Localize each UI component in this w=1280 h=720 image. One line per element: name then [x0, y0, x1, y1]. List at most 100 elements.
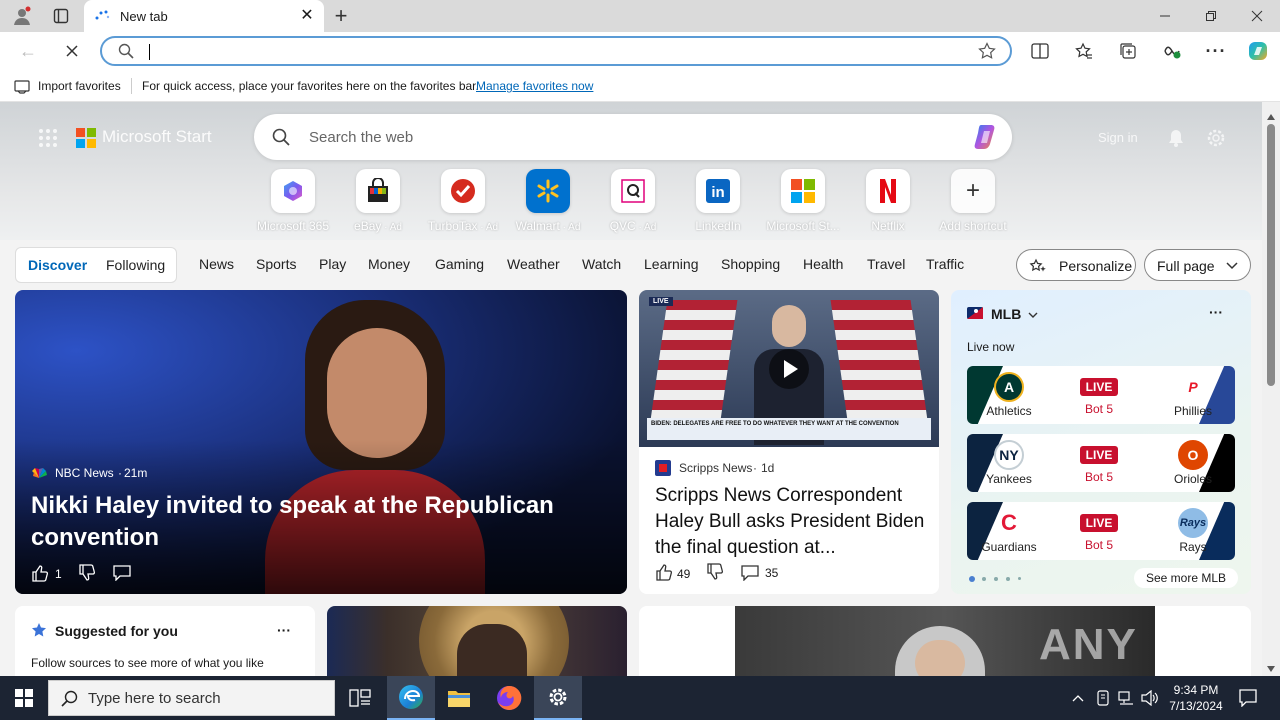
story-card-seal[interactable] — [327, 606, 627, 676]
firefox-icon[interactable] — [485, 676, 533, 720]
see-more-mlb-button[interactable]: See more MLB — [1134, 568, 1239, 588]
story-card-portrait[interactable]: ANY RUN — [639, 606, 1251, 676]
taskbar-search-box[interactable]: Type here to search — [48, 680, 335, 716]
tab-title: New tab — [120, 9, 168, 24]
restore-button[interactable] — [1188, 0, 1234, 32]
scrollbar-thumb[interactable] — [1267, 124, 1275, 386]
nav-weather[interactable]: Weather — [507, 256, 560, 272]
tab-discover[interactable]: Discover — [28, 257, 87, 273]
game-row[interactable]: NY Yankees LIVE Bot 5 O Orioles — [967, 434, 1235, 492]
address-input[interactable] — [146, 40, 946, 62]
edge-taskbar-icon[interactable] — [387, 676, 435, 720]
favorites-icon[interactable] — [1070, 38, 1098, 64]
vertical-scrollbar[interactable] — [1262, 102, 1280, 676]
nav-traffic[interactable]: Traffic — [926, 256, 964, 272]
dislike-icon[interactable] — [706, 563, 724, 584]
story-headline[interactable]: Scripps News Correspondent Haley Bull as… — [655, 483, 927, 561]
app-launcher-icon[interactable] — [38, 128, 58, 148]
nav-learning[interactable]: Learning — [644, 256, 699, 272]
sign-in-link[interactable]: Sign in — [1098, 130, 1138, 145]
nav-sports[interactable]: Sports — [256, 256, 296, 272]
shortcut-turbotax[interactable]: TurboTax · Ad — [423, 169, 503, 233]
feature-story-card[interactable]: NBC News · 21m Nikki Haley invited to sp… — [15, 290, 627, 594]
import-favorites-icon[interactable] — [14, 78, 30, 97]
shortcut-linkedin[interactable]: in LinkedIn — [678, 169, 758, 233]
brand-title[interactable]: Microsoft Start — [102, 127, 212, 147]
chevron-down-icon[interactable] — [1027, 309, 1039, 324]
yankees-logo-icon: NY — [994, 440, 1024, 470]
sparkle-star-icon — [1029, 257, 1047, 278]
shortcut-walmart[interactable]: Walmart · Ad — [508, 169, 588, 233]
nav-news[interactable]: News — [199, 256, 234, 272]
nav-travel[interactable]: Travel — [867, 256, 905, 272]
notifications-bell-icon[interactable] — [1166, 128, 1186, 151]
nav-money[interactable]: Money — [368, 256, 410, 272]
nbc-peacock-icon — [31, 466, 47, 481]
video-story-card[interactable]: BIDEN: DELEGATES ARE FREE TO DO WHATEVER… — [639, 290, 939, 594]
comment-icon[interactable] — [741, 565, 759, 584]
nav-shopping[interactable]: Shopping — [721, 256, 780, 272]
shortcut-add[interactable]: + Add shortcut — [933, 169, 1013, 233]
scroll-up-arrow-icon[interactable] — [1267, 108, 1275, 123]
more-options-icon[interactable]: ··· — [277, 622, 291, 638]
copilot-icon[interactable] — [1244, 38, 1272, 64]
minimize-button[interactable] — [1142, 0, 1188, 32]
like-icon[interactable] — [31, 564, 49, 585]
dislike-icon[interactable] — [78, 564, 96, 585]
more-menu-icon[interactable]: ··· — [1202, 38, 1230, 64]
device-icon[interactable] — [1092, 676, 1114, 720]
settings-gear-icon[interactable] — [1206, 128, 1226, 151]
more-options-icon[interactable]: ··· — [1209, 304, 1223, 320]
network-icon[interactable] — [1114, 676, 1138, 720]
manage-favorites-link[interactable]: Manage favorites now — [476, 79, 593, 93]
new-tab-button[interactable]: + — [328, 3, 354, 28]
address-bar[interactable] — [100, 36, 1012, 66]
like-icon[interactable] — [655, 563, 673, 584]
system-clock[interactable]: 9:34 PM 7/13/2024 — [1164, 680, 1228, 716]
inning-status: Bot 5 — [1084, 470, 1114, 484]
shortcut-ebay[interactable]: eBay · Ad — [338, 169, 418, 233]
shortcut-qvc[interactable]: QVC · Ad — [593, 169, 673, 233]
file-explorer-icon[interactable] — [435, 676, 483, 720]
game-row[interactable]: A Athletics LIVE Bot 5 P Phillies — [967, 366, 1235, 424]
start-button[interactable] — [0, 676, 48, 720]
stop-loading-button[interactable] — [58, 38, 86, 64]
story-headline[interactable]: Nikki Haley invited to speak at the Repu… — [31, 490, 591, 554]
close-tab-icon[interactable]: ✕ — [298, 7, 316, 25]
import-favorites-button[interactable]: Import favorites — [38, 79, 121, 93]
volume-icon[interactable] — [1138, 676, 1162, 720]
browser-essentials-icon[interactable] — [1158, 38, 1186, 64]
show-hidden-icons-chevron[interactable] — [1066, 676, 1090, 720]
nav-health[interactable]: Health — [803, 256, 843, 272]
carousel-dots[interactable] — [969, 576, 1025, 582]
tab-new-tab[interactable]: New tab ✕ — [84, 0, 324, 32]
shortcut-label: TurboTax — [427, 219, 478, 233]
nav-play[interactable]: Play — [319, 256, 346, 272]
nav-watch[interactable]: Watch — [582, 256, 621, 272]
copilot-search-icon[interactable] — [972, 123, 1002, 154]
profile-icon[interactable] — [8, 4, 36, 28]
nav-gaming[interactable]: Gaming — [435, 256, 484, 272]
scroll-down-arrow-icon[interactable] — [1267, 660, 1275, 675]
shortcut-netflix[interactable]: Netflix — [848, 169, 928, 233]
comment-icon[interactable] — [113, 565, 131, 584]
split-screen-icon[interactable] — [1026, 38, 1054, 64]
close-window-button[interactable] — [1234, 0, 1280, 32]
back-button[interactable]: ← — [14, 38, 42, 64]
collections-icon[interactable] — [1114, 38, 1142, 64]
mlb-title[interactable]: MLB — [991, 306, 1021, 322]
layout-dropdown[interactable]: Full page — [1144, 249, 1251, 281]
shortcut-microsoft-365[interactable]: Microsoft 365 — [253, 169, 333, 233]
play-button-icon[interactable] — [768, 348, 810, 393]
settings-taskbar-icon[interactable] — [534, 676, 582, 720]
shortcut-microsoft-store[interactable]: Microsoft St... — [763, 169, 843, 233]
video-thumbnail[interactable]: BIDEN: DELEGATES ARE FREE TO DO WHATEVER… — [639, 290, 939, 447]
personalize-button[interactable]: Personalize — [1016, 249, 1136, 281]
add-favorite-star-icon[interactable] — [978, 42, 996, 63]
tab-actions-icon[interactable] — [48, 4, 74, 28]
notification-center-icon[interactable] — [1234, 676, 1262, 720]
game-row[interactable]: C Guardians LIVE Bot 5 Rays Rays — [967, 502, 1235, 560]
web-search-box[interactable]: Search the web — [254, 114, 1012, 160]
tab-following[interactable]: Following — [106, 257, 165, 273]
task-view-icon[interactable] — [336, 676, 384, 720]
